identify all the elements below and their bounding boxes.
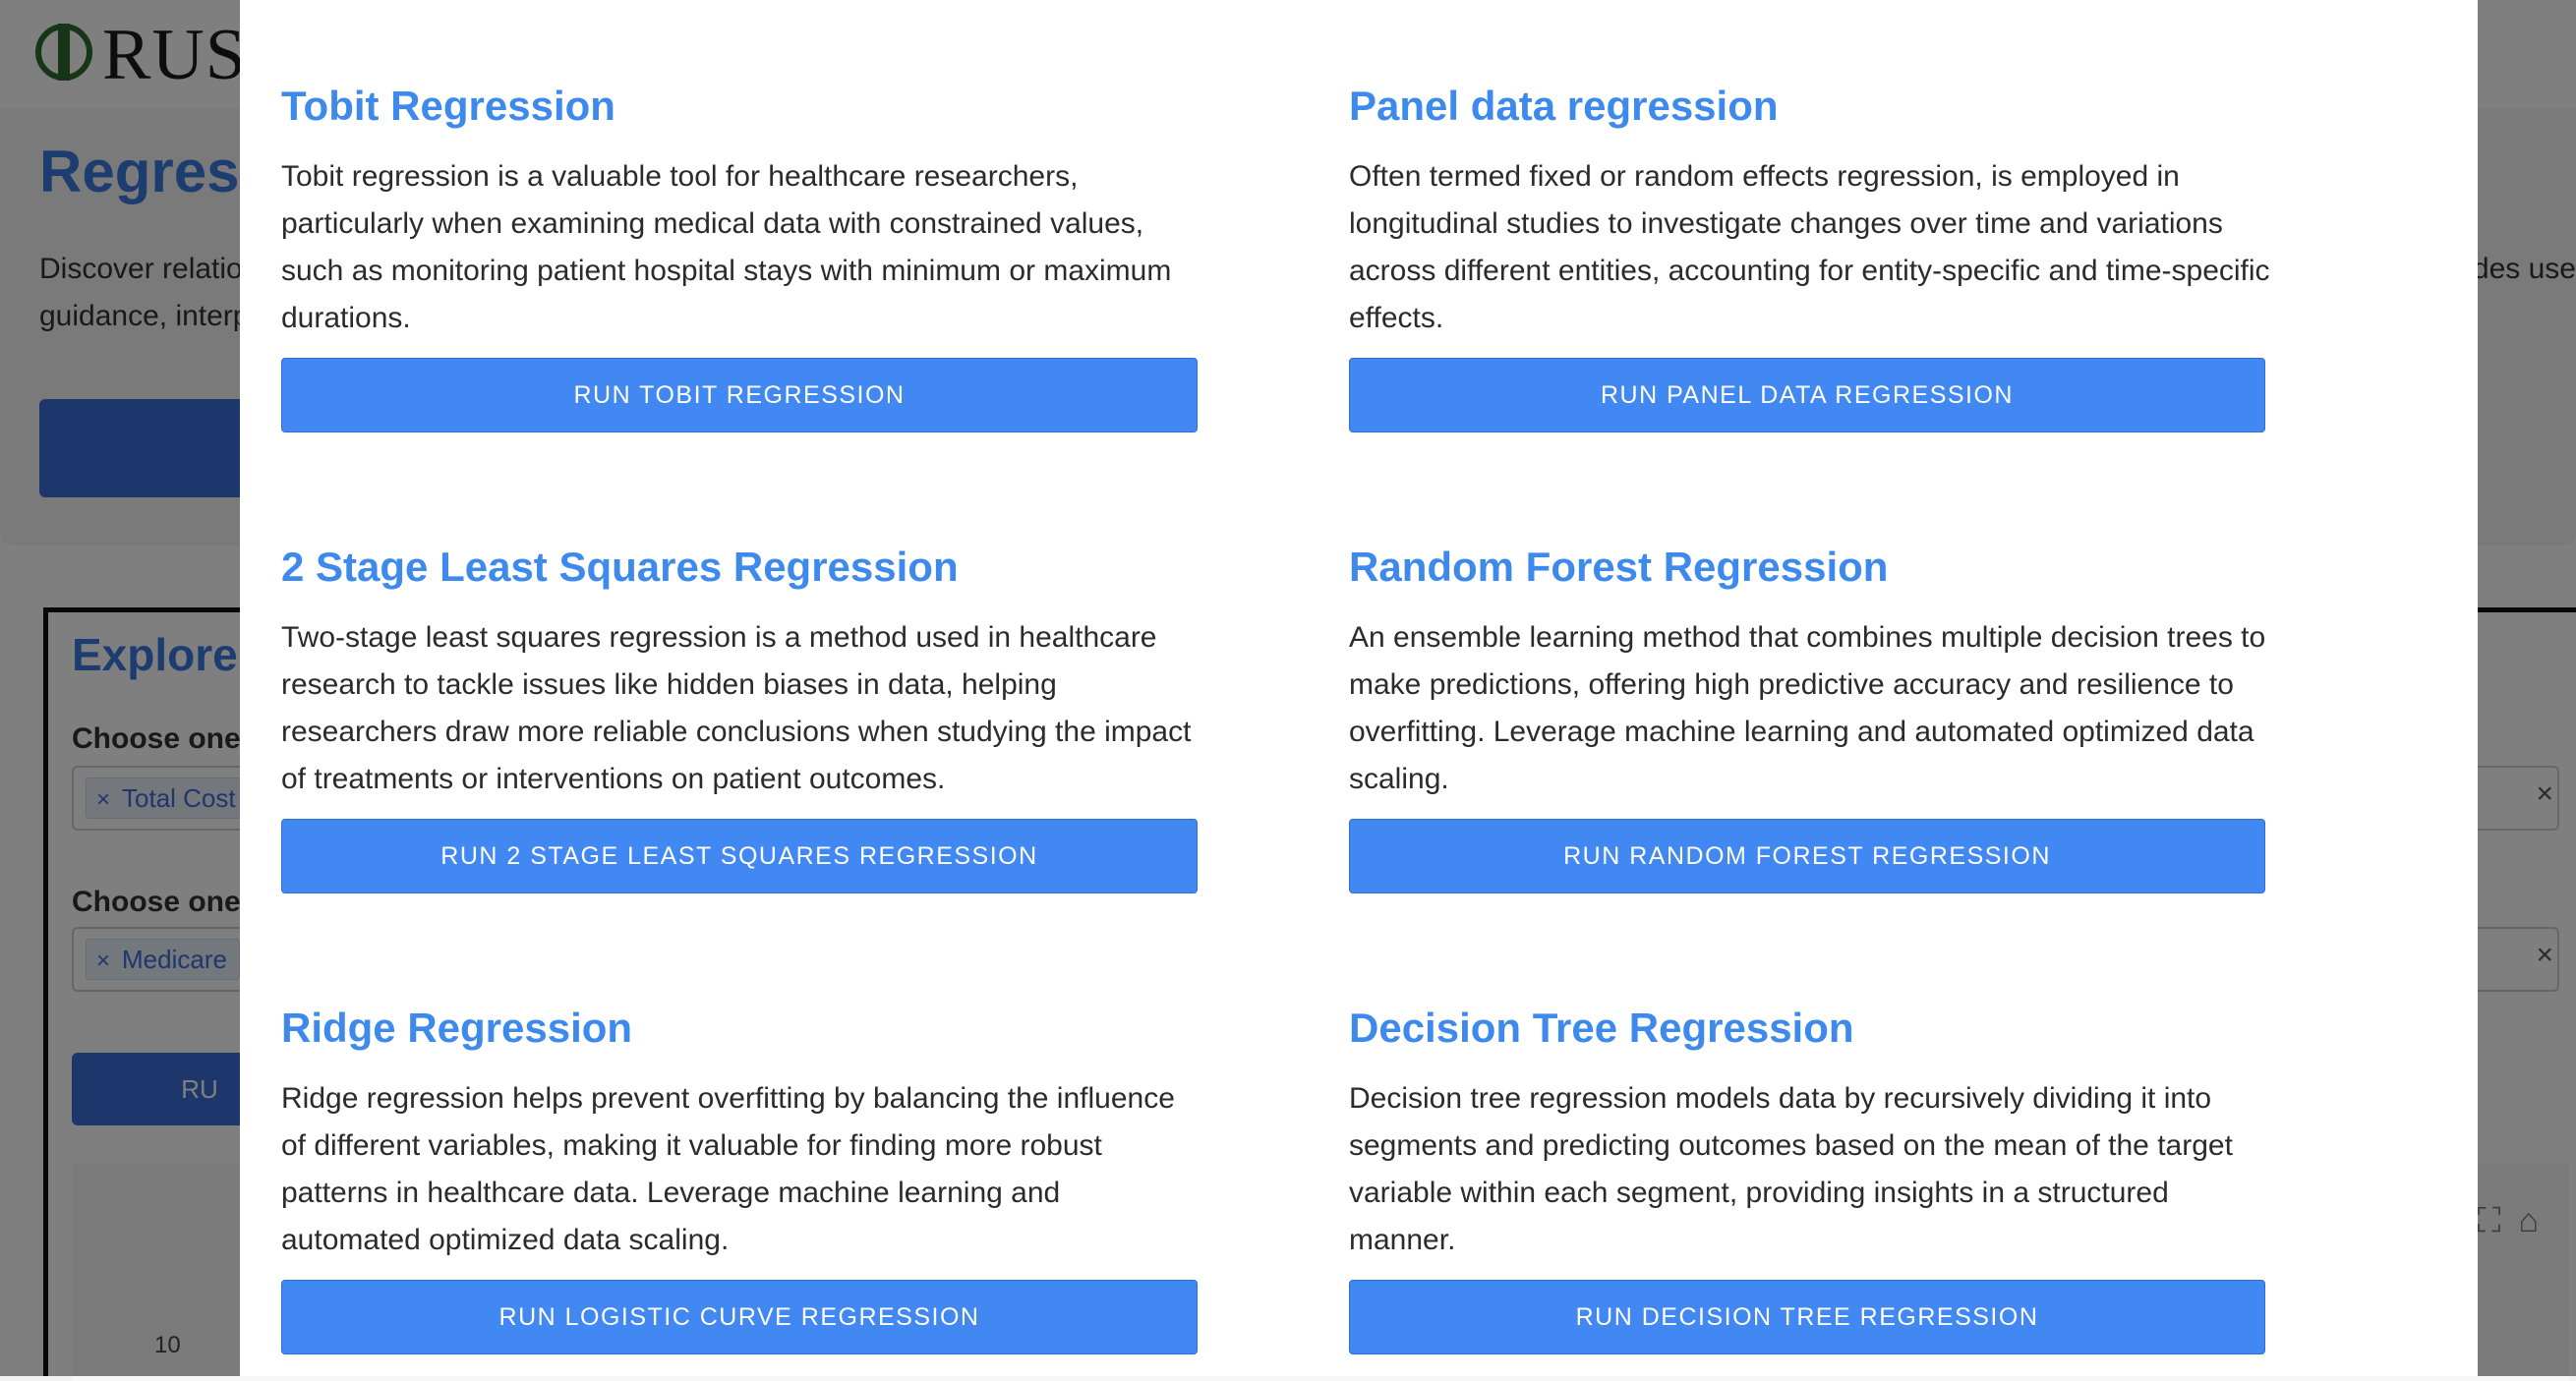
- card-decision-tree-regression: Decision Tree Regression Decision tree r…: [1349, 1003, 2273, 1354]
- run-logistic-curve-regression-button[interactable]: Run Logistic Curve Regression: [281, 1280, 1198, 1354]
- card-description: Decision tree regression models data by …: [1349, 1082, 2233, 1256]
- card-title: Random Forest Regression: [1349, 544, 1889, 590]
- card-2-stage-least-squares-regression: 2 Stage Least Squares Regression Two-sta…: [281, 542, 1205, 893]
- card-description: An ensemble learning method that combine…: [1349, 621, 2266, 795]
- card-description: Ridge regression helps prevent overfitti…: [281, 1082, 1175, 1256]
- card-title: Tobit Regression: [281, 83, 615, 129]
- run-decision-tree-regression-button[interactable]: Run Decision Tree Regression: [1349, 1280, 2265, 1354]
- run-2-stage-least-squares-regression-button[interactable]: Run 2 Stage Least Squares Regression: [281, 819, 1198, 893]
- card-ridge-regression: Ridge Regression Ridge regression helps …: [281, 1003, 1205, 1354]
- run-random-forest-regression-button[interactable]: Run Random Forest Regression: [1349, 819, 2265, 893]
- card-title: Panel data regression: [1349, 83, 1779, 129]
- card-title: 2 Stage Least Squares Regression: [281, 544, 959, 590]
- run-panel-data-regression-button[interactable]: Run Panel Data Regression: [1349, 358, 2265, 432]
- card-description: Two-stage least squares regression is a …: [281, 621, 1192, 795]
- card-random-forest-regression: Random Forest Regression An ensemble lea…: [1349, 542, 2273, 893]
- card-description: Often termed fixed or random effects reg…: [1349, 160, 2270, 334]
- card-title: Ridge Regression: [281, 1005, 633, 1051]
- card-title: Decision Tree Regression: [1349, 1005, 1854, 1051]
- card-panel-data-regression: Panel data regression Often termed fixed…: [1349, 81, 2273, 432]
- regression-options-modal: Tobit Regression Tobit regression is a v…: [240, 0, 2478, 1376]
- card-description: Tobit regression is a valuable tool for …: [281, 160, 1172, 334]
- card-tobit-regression: Tobit Regression Tobit regression is a v…: [281, 81, 1205, 432]
- run-tobit-regression-button[interactable]: Run Tobit Regression: [281, 358, 1198, 432]
